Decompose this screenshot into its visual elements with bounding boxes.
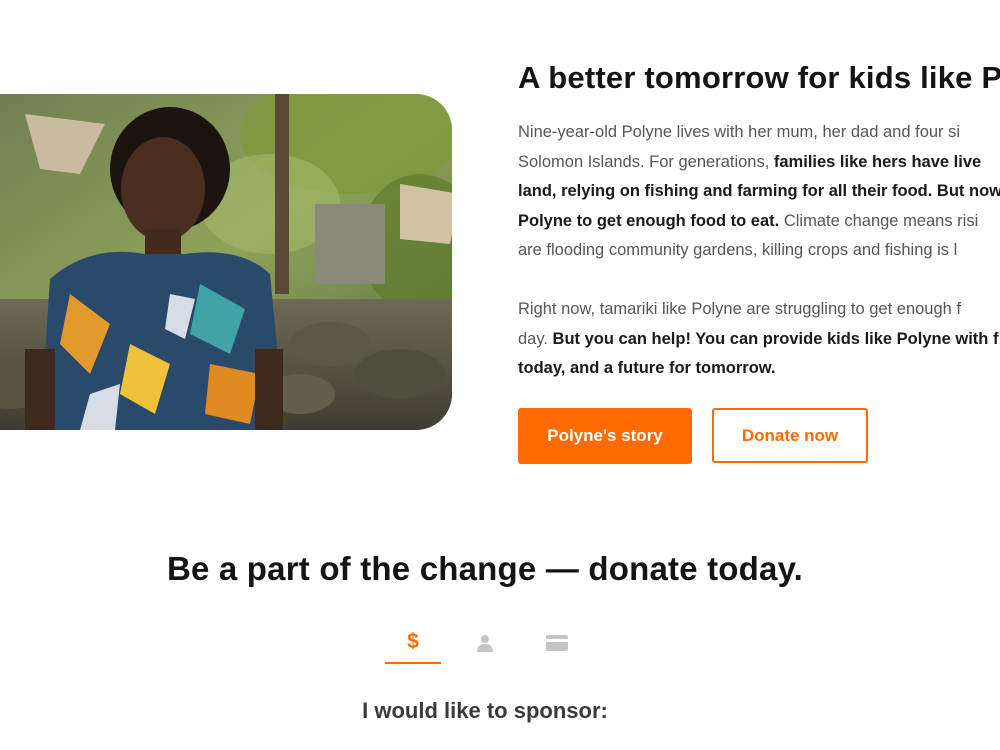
hero-paragraph-1: Nine-year-old Polyne lives with her mum,… xyxy=(518,118,1000,266)
step-tab-amount[interactable]: $ xyxy=(385,622,441,664)
sponsor-label: I would like to sponsor: xyxy=(362,698,608,723)
hero-photo xyxy=(0,94,452,430)
paragraph-line: are flooding community gardens, killing … xyxy=(518,241,958,260)
credit-card-icon xyxy=(546,635,568,651)
paragraph-line: today, and a future for tomorrow. xyxy=(518,354,1000,384)
paragraph-line: day. But you can help! You can provide k… xyxy=(518,325,1000,355)
dollar-icon: $ xyxy=(407,630,419,653)
hero-paragraph-2: Right now, tamariki like Polyne are stru… xyxy=(518,295,1000,384)
hero-text: A better tomorrow for kids like P Nine-y… xyxy=(518,58,1000,384)
paragraph-line: Nine-year-old Polyne lives with her mum,… xyxy=(518,123,961,141)
paragraph-text: Climate change means risi xyxy=(779,211,979,230)
paragraph-text: Solomon Islands. For generations, xyxy=(518,152,774,171)
step-tab-details[interactable] xyxy=(457,622,513,664)
user-icon xyxy=(477,635,493,652)
paragraph-line: Polyne to get enough food to eat. Climat… xyxy=(518,207,1000,237)
paragraph-line: land, relying on fishing and farming for… xyxy=(518,177,1000,207)
polynes-story-button[interactable]: Polyne's story xyxy=(518,408,692,464)
donate-section-title: Be a part of the change — donate today. xyxy=(166,550,804,587)
hero-photo-image xyxy=(0,94,452,430)
hero-title: A better tomorrow for kids like P xyxy=(518,60,1000,95)
paragraph-line: Right now, tamariki like Polyne are stru… xyxy=(518,299,962,318)
donation-steps: $ xyxy=(385,622,585,666)
paragraph-bold-text: families like hers have live xyxy=(773,152,982,171)
step-tab-payment[interactable] xyxy=(529,622,585,664)
paragraph-bold-text: today, and a future for tomorrow. xyxy=(518,359,776,378)
paragraph-bold-text: But you can help! You can provide kids l… xyxy=(552,329,999,348)
page: A better tomorrow for kids like P Nine-y… xyxy=(0,0,1000,750)
paragraph-text: day. xyxy=(518,329,553,348)
donate-now-button[interactable]: Donate now xyxy=(712,408,868,463)
paragraph-line: Solomon Islands. For generations, famili… xyxy=(518,148,1000,178)
paragraph-bold-text: land, relying on fishing and farming for… xyxy=(518,182,1000,201)
paragraph-bold-text: Polyne to get enough food to eat. xyxy=(518,211,780,230)
hero-buttons: Polyne's story Donate now xyxy=(518,408,868,464)
